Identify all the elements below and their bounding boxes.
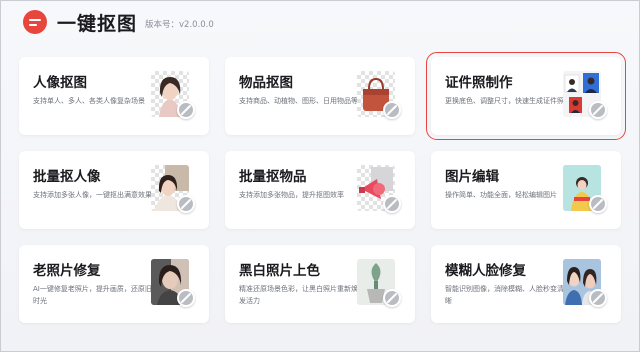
card-portrait-cutout[interactable]: 人像抠图 支持单人、多人、各类人像复杂场景	[19, 57, 209, 135]
card-title: 证件照制作	[445, 75, 513, 91]
card-batch-portrait[interactable]: 批量抠人像 支持添加多张人像，一键抠出满意效果	[19, 151, 209, 229]
card-bw-colorize[interactable]: 黑白照片上色 精准还原场景色彩，让黑白照片重新焕发活力	[225, 245, 415, 323]
magic-wand-icon	[383, 289, 401, 307]
card-description: 支持商品、动植物、图形、日用物品等	[239, 97, 358, 105]
card-image-edit[interactable]: 图片编辑 操作简单、功能全面，轻松编辑图片	[431, 151, 621, 229]
card-title: 黑白照片上色	[239, 263, 320, 279]
card-old-photo-restore[interactable]: 老照片修复 AI一键修复老照片，提升画质，还原旧时光	[19, 245, 209, 323]
card-description: 操作简单、功能全面，轻松编辑图片	[445, 191, 557, 199]
magic-wand-icon	[177, 195, 195, 213]
card-title: 批量抠人像	[33, 169, 101, 185]
card-description: 精准还原场景色彩，让黑白照片重新焕发活力	[239, 285, 358, 305]
card-object-cutout[interactable]: 物品抠图 支持商品、动植物、图形、日用物品等	[225, 57, 415, 135]
card-title: 物品抠图	[239, 75, 293, 91]
card-batch-object[interactable]: 批量抠物品 支持添加多张物品，提升抠图效率	[225, 151, 415, 229]
app-title: 一键抠图	[57, 12, 138, 35]
card-description: 更换底色、调整尺寸，快速生成证件照	[445, 97, 564, 105]
card-description: 支持单人、多人、各类人像复杂场景	[33, 97, 145, 105]
magic-wand-icon	[589, 195, 607, 213]
app-logo-icon	[23, 10, 47, 34]
card-description: 支持添加多张人像，一键抠出满意效果	[33, 191, 152, 199]
magic-wand-icon	[177, 289, 195, 307]
card-description: 支持添加多张物品，提升抠图效率	[239, 191, 344, 199]
magic-wand-icon	[383, 195, 401, 213]
version-label: 版本号：v2.0.0.0	[145, 20, 214, 30]
card-title: 老照片修复	[33, 263, 101, 279]
app-header: 一键抠图 版本号：v2.0.0.0	[23, 9, 214, 35]
magic-wand-icon	[589, 289, 607, 307]
magic-wand-icon	[383, 101, 401, 119]
magic-wand-icon	[177, 101, 195, 119]
card-title: 模糊人脸修复	[445, 263, 526, 279]
card-description: 智能识别图像，消除模糊、人脸秒变清晰	[445, 285, 564, 305]
app-window: 一键抠图 版本号：v2.0.0.0 人像抠图 支持单人、多人、各类人像复杂场景 …	[0, 0, 640, 352]
card-id-photo[interactable]: 证件照制作 更换底色、调整尺寸，快速生成证件照	[426, 52, 626, 140]
card-title: 批量抠物品	[239, 169, 307, 185]
card-title: 图片编辑	[445, 169, 499, 185]
magic-wand-icon	[589, 101, 607, 119]
card-title: 人像抠图	[33, 75, 87, 91]
card-blurry-face-restore[interactable]: 模糊人脸修复 智能识别图像，消除模糊、人脸秒变清晰	[431, 245, 621, 323]
card-description: AI一键修复老照片，提升画质，还原旧时光	[33, 285, 152, 305]
